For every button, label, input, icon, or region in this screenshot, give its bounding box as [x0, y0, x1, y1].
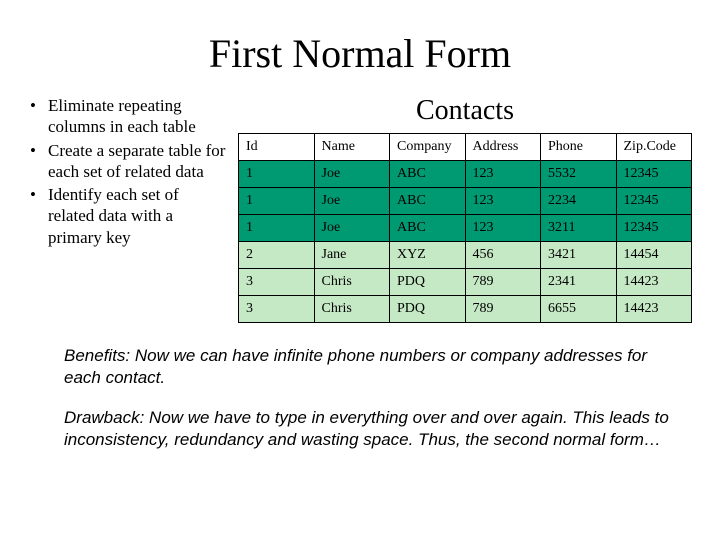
list-item: • Identify each set of related data with… [28, 184, 228, 248]
list-item: • Eliminate repeating columns in each ta… [28, 95, 228, 138]
table-row: 2JaneXYZ456342114454 [239, 242, 692, 269]
table-cell: 789 [465, 296, 541, 323]
col-phone: Phone [541, 134, 617, 161]
table-cell: Joe [314, 188, 390, 215]
table-cell: 12345 [616, 161, 692, 188]
bullet-icon: • [28, 95, 48, 138]
table-body: 1JoeABC1235532123451JoeABC1232234123451J… [239, 161, 692, 323]
list-item: • Create a separate table for each set o… [28, 140, 228, 183]
table-cell: Jane [314, 242, 390, 269]
col-id: Id [239, 134, 315, 161]
drawback-label: Drawback: [64, 408, 144, 427]
table-cell: 456 [465, 242, 541, 269]
table-cell: 5532 [541, 161, 617, 188]
table-cell: Joe [314, 161, 390, 188]
table-cell: 14423 [616, 296, 692, 323]
bullet-icon: • [28, 184, 48, 248]
table-cell: 3211 [541, 215, 617, 242]
table-cell: Chris [314, 296, 390, 323]
col-name: Name [314, 134, 390, 161]
table-cell: 14423 [616, 269, 692, 296]
table-row: 3ChrisPDQ789665514423 [239, 296, 692, 323]
col-zipcode: Zip.Code [616, 134, 692, 161]
benefits-paragraph: Benefits: Now we can have infinite phone… [64, 345, 670, 389]
notes: Benefits: Now we can have infinite phone… [28, 345, 692, 451]
bullet-icon: • [28, 140, 48, 183]
col-address: Address [465, 134, 541, 161]
table-container: Contacts Id Name Company Address Phone Z… [238, 95, 692, 323]
drawback-text: Now we have to type in everything over a… [64, 408, 669, 449]
table-cell: 1 [239, 161, 315, 188]
page-title: First Normal Form [28, 30, 692, 77]
slide: First Normal Form • Eliminate repeating … [0, 0, 720, 540]
table-title: Contacts [238, 95, 692, 127]
table-cell: Joe [314, 215, 390, 242]
contacts-table: Id Name Company Address Phone Zip.Code 1… [238, 133, 692, 323]
drawback-paragraph: Drawback: Now we have to type in everyth… [64, 407, 670, 451]
table-cell: 2 [239, 242, 315, 269]
table-cell: 12345 [616, 215, 692, 242]
table-row: 1JoeABC123553212345 [239, 161, 692, 188]
table-header-row: Id Name Company Address Phone Zip.Code [239, 134, 692, 161]
table-cell: PDQ [390, 269, 466, 296]
table-cell: 789 [465, 269, 541, 296]
table-cell: 14454 [616, 242, 692, 269]
table-cell: 6655 [541, 296, 617, 323]
table-cell: PDQ [390, 296, 466, 323]
table-cell: 12345 [616, 188, 692, 215]
bullet-list: • Eliminate repeating columns in each ta… [28, 95, 238, 250]
table-row: 1JoeABC123321112345 [239, 215, 692, 242]
table-cell: 1 [239, 188, 315, 215]
table-cell: Chris [314, 269, 390, 296]
table-cell: ABC [390, 188, 466, 215]
table-cell: 3 [239, 296, 315, 323]
benefits-text: Now we can have infinite phone numbers o… [64, 346, 647, 387]
table-cell: XYZ [390, 242, 466, 269]
content-row: • Eliminate repeating columns in each ta… [28, 95, 692, 323]
bullet-text: Identify each set of related data with a… [48, 184, 228, 248]
table-cell: 123 [465, 188, 541, 215]
table-cell: 1 [239, 215, 315, 242]
benefits-label: Benefits: [64, 346, 130, 365]
table-cell: 123 [465, 215, 541, 242]
col-company: Company [390, 134, 466, 161]
table-cell: ABC [390, 161, 466, 188]
table-row: 3ChrisPDQ789234114423 [239, 269, 692, 296]
table-cell: 3421 [541, 242, 617, 269]
table-cell: 2234 [541, 188, 617, 215]
bullet-text: Create a separate table for each set of … [48, 140, 228, 183]
table-cell: 3 [239, 269, 315, 296]
table-cell: 123 [465, 161, 541, 188]
bullet-text: Eliminate repeating columns in each tabl… [48, 95, 228, 138]
table-cell: 2341 [541, 269, 617, 296]
table-cell: ABC [390, 215, 466, 242]
table-row: 1JoeABC123223412345 [239, 188, 692, 215]
